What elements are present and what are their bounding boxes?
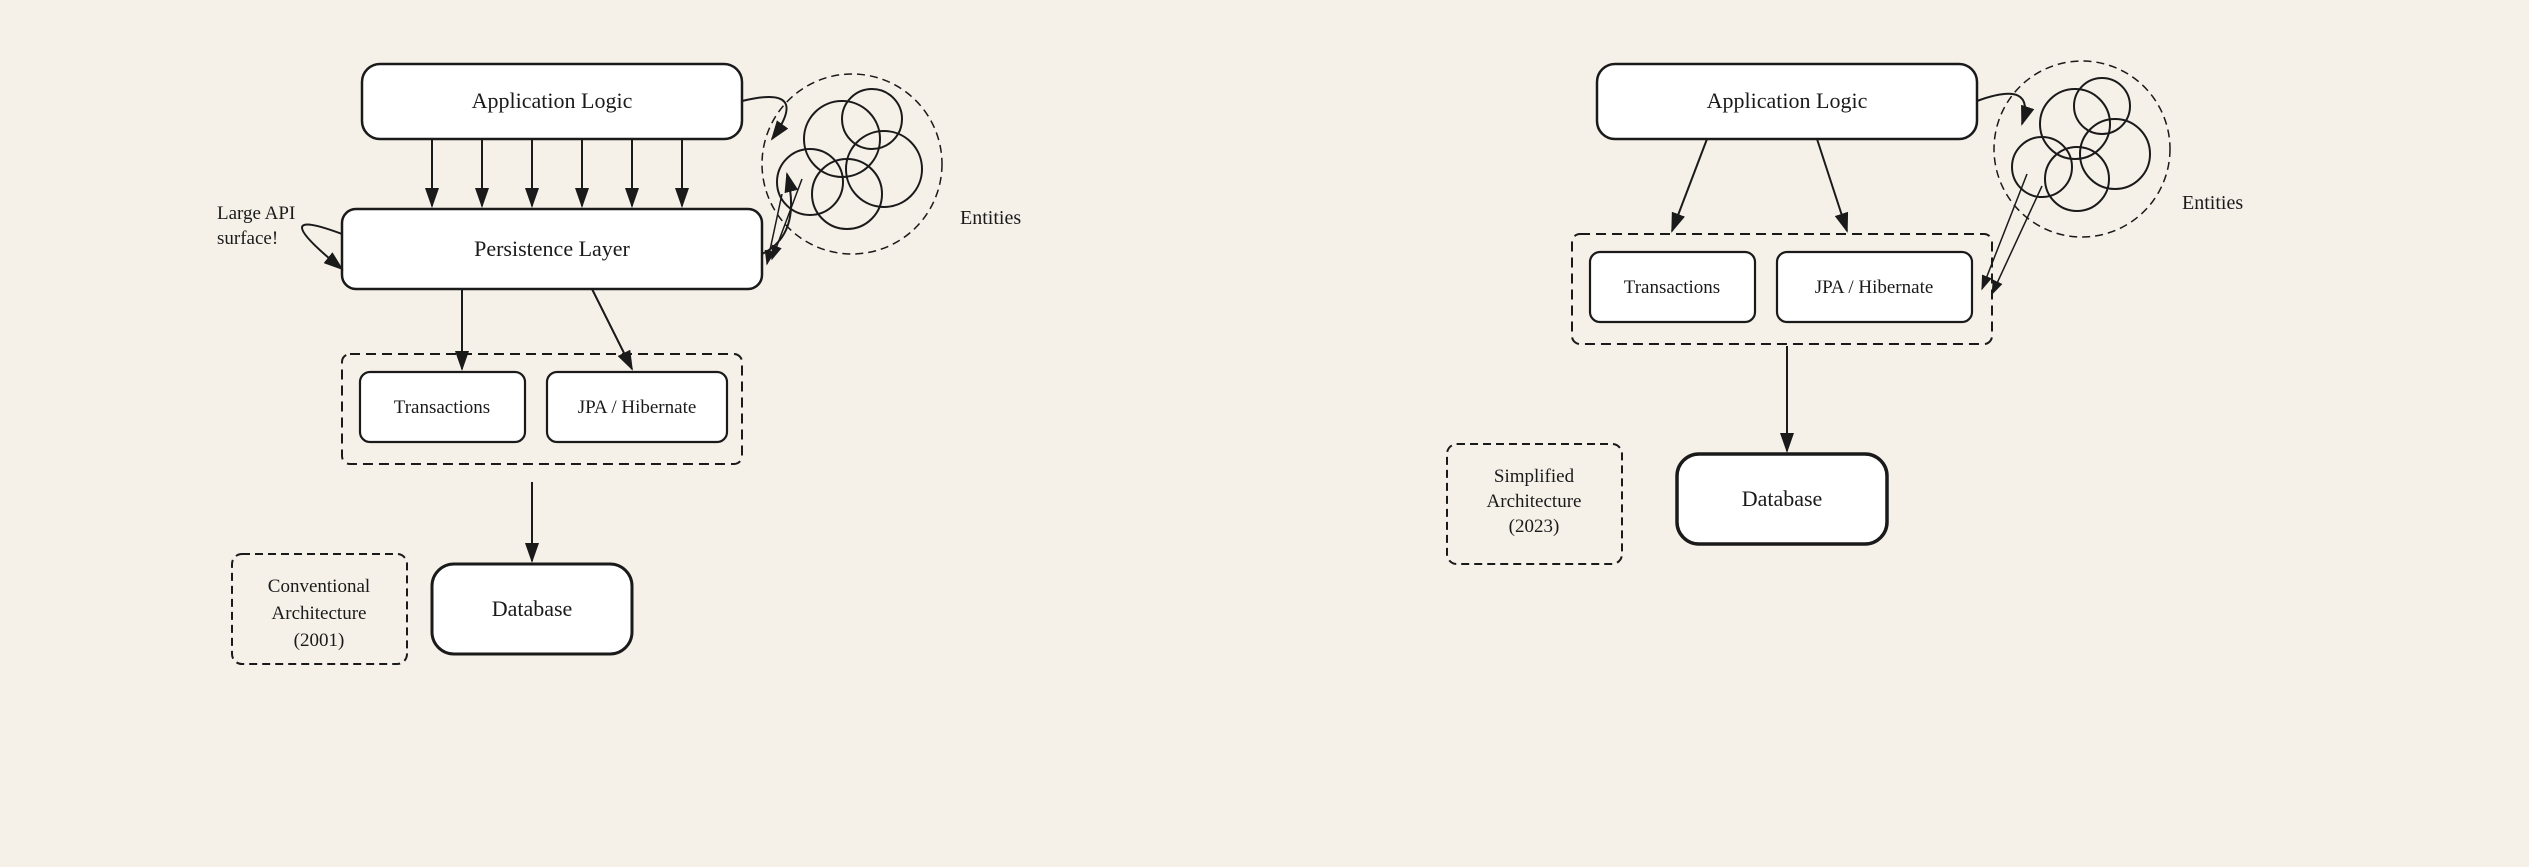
arch-label-1: Conventional xyxy=(268,576,370,597)
jpa-label-1: JPA / Hibernate xyxy=(578,397,697,418)
large-api-label: Large API xyxy=(217,203,295,224)
persistence-label-1: Persistence Layer xyxy=(474,236,630,261)
diagram-conventional: Application Logic Persistence Layer Tran… xyxy=(212,24,1112,844)
entities-label-2: Entities xyxy=(2182,192,2243,214)
transactions-label-1: Transactions xyxy=(394,397,490,418)
arch-label-2c: (2023) xyxy=(1508,516,1559,537)
transactions-label-2: Transactions xyxy=(1624,277,1720,298)
database-label-1: Database xyxy=(492,596,573,621)
database-label-2: Database xyxy=(1741,486,1822,511)
entities-label-1: Entities xyxy=(960,207,1021,229)
arch-label-1c: (2001) xyxy=(294,630,345,651)
arch-label-1b: Architecture xyxy=(272,603,367,624)
app-logic-label-1: Application Logic xyxy=(472,88,633,113)
arch-label-2: Simplified xyxy=(1494,466,1575,487)
diagram-simplified: Application Logic Transactions JPA / Hib… xyxy=(1417,24,2317,844)
diagrams-container: Application Logic Persistence Layer Tran… xyxy=(0,0,2529,867)
app-logic-label-2: Application Logic xyxy=(1706,88,1867,113)
jpa-label-2: JPA / Hibernate xyxy=(1814,277,1933,298)
large-api-label2: surface! xyxy=(217,228,278,249)
arch-label-2b: Architecture xyxy=(1486,491,1581,512)
